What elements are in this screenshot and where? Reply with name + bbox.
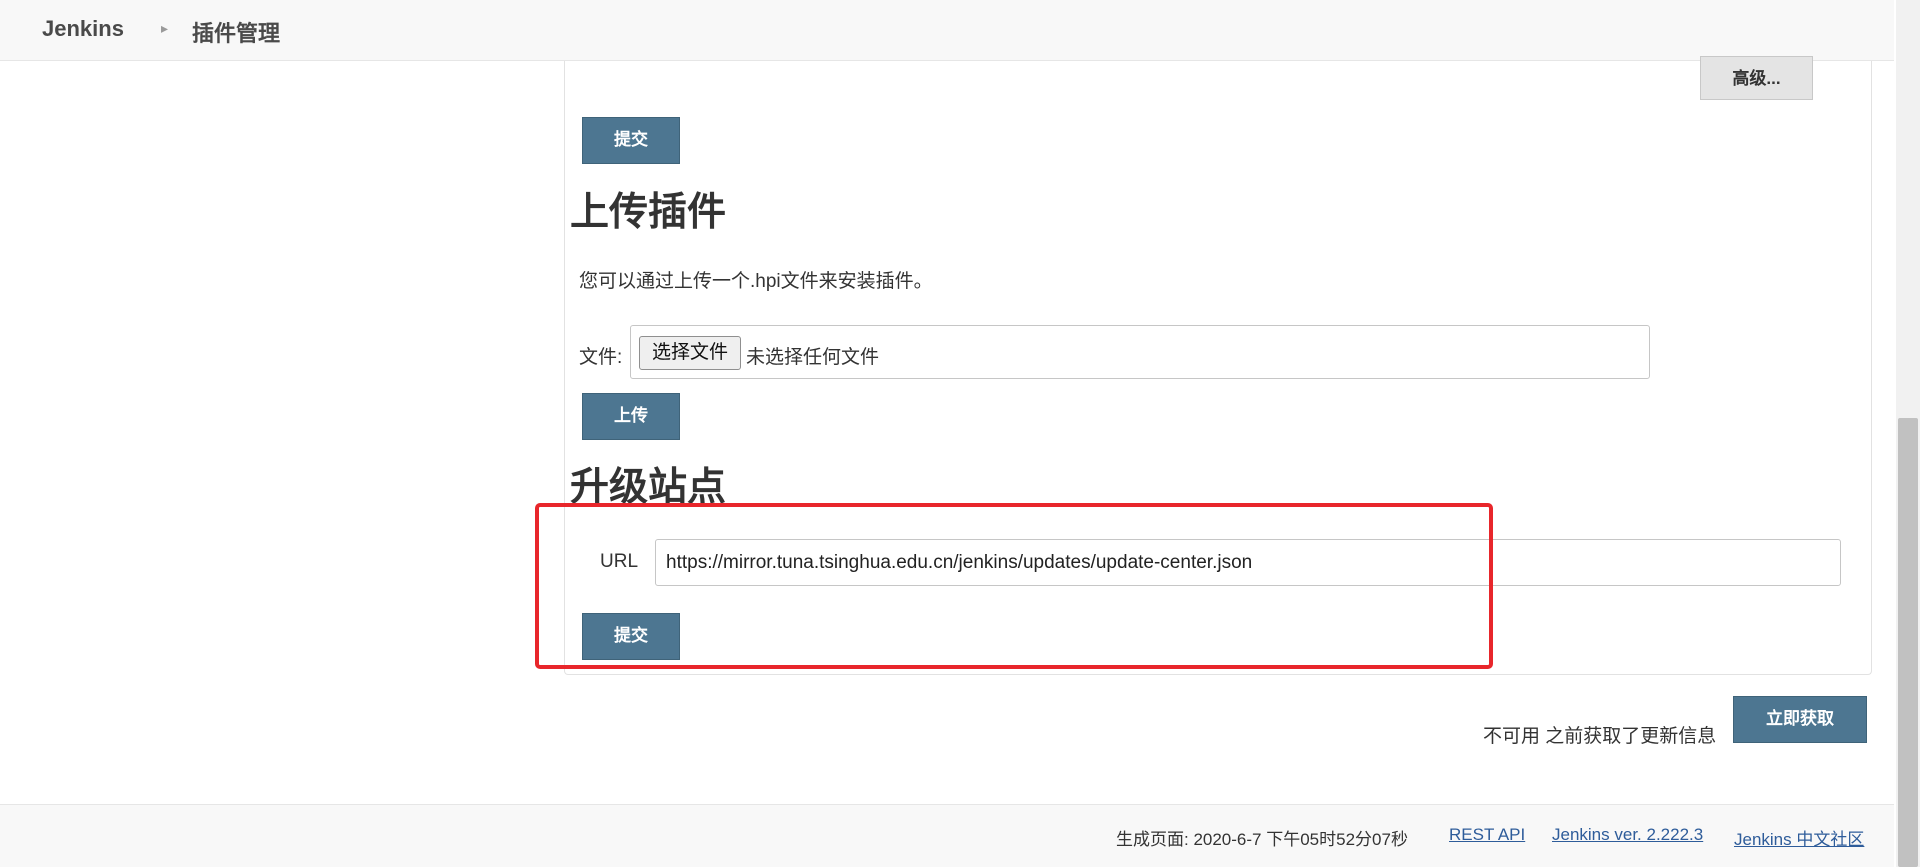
page-scrollbar-thumb[interactable] xyxy=(1898,418,1918,867)
proxy-submit-button[interactable]: 提交 xyxy=(582,117,680,164)
update-status-text: 不可用 之前获取了更新信息 xyxy=(1483,726,1717,747)
url-label: URL xyxy=(600,551,639,572)
upload-plugin-title: 上传插件 xyxy=(570,191,727,234)
footer-rest-api-link[interactable]: REST API xyxy=(1449,825,1525,845)
upload-plugin-description: 您可以通过上传一个.hpi文件来安装插件。 xyxy=(579,271,933,292)
breadcrumb-plugin-manager[interactable]: 插件管理 xyxy=(192,16,280,48)
choose-file-button[interactable]: 选择文件 xyxy=(639,336,742,370)
file-input[interactable]: 选择文件 未选择任何文件 xyxy=(630,325,1650,379)
update-site-submit-button[interactable]: 提交 xyxy=(582,613,680,660)
footer-community-link[interactable]: Jenkins 中文社区 xyxy=(1734,825,1864,850)
header-bar: Jenkins ▸ 插件管理 xyxy=(0,0,1894,61)
file-label: 文件: xyxy=(579,347,623,368)
breadcrumb-separator-icon: ▸ xyxy=(161,20,169,36)
upload-button[interactable]: 上传 xyxy=(582,393,680,440)
advanced-button[interactable]: 高级... xyxy=(1700,56,1813,100)
update-site-url-input[interactable] xyxy=(655,539,1841,586)
update-site-title: 升级站点 xyxy=(570,466,727,509)
breadcrumb-jenkins-home[interactable]: Jenkins xyxy=(42,16,124,42)
footer-version-link[interactable]: Jenkins ver. 2.222.3 xyxy=(1552,825,1703,845)
check-now-button[interactable]: 立即获取 xyxy=(1733,696,1867,743)
page-footer: 生成页面: 2020-6-7 下午05时52分07秒 REST API Jenk… xyxy=(0,804,1894,867)
file-status-text: 未选择任何文件 xyxy=(746,347,880,368)
footer-generated-time: 生成页面: 2020-6-7 下午05时52分07秒 xyxy=(1116,830,1408,849)
